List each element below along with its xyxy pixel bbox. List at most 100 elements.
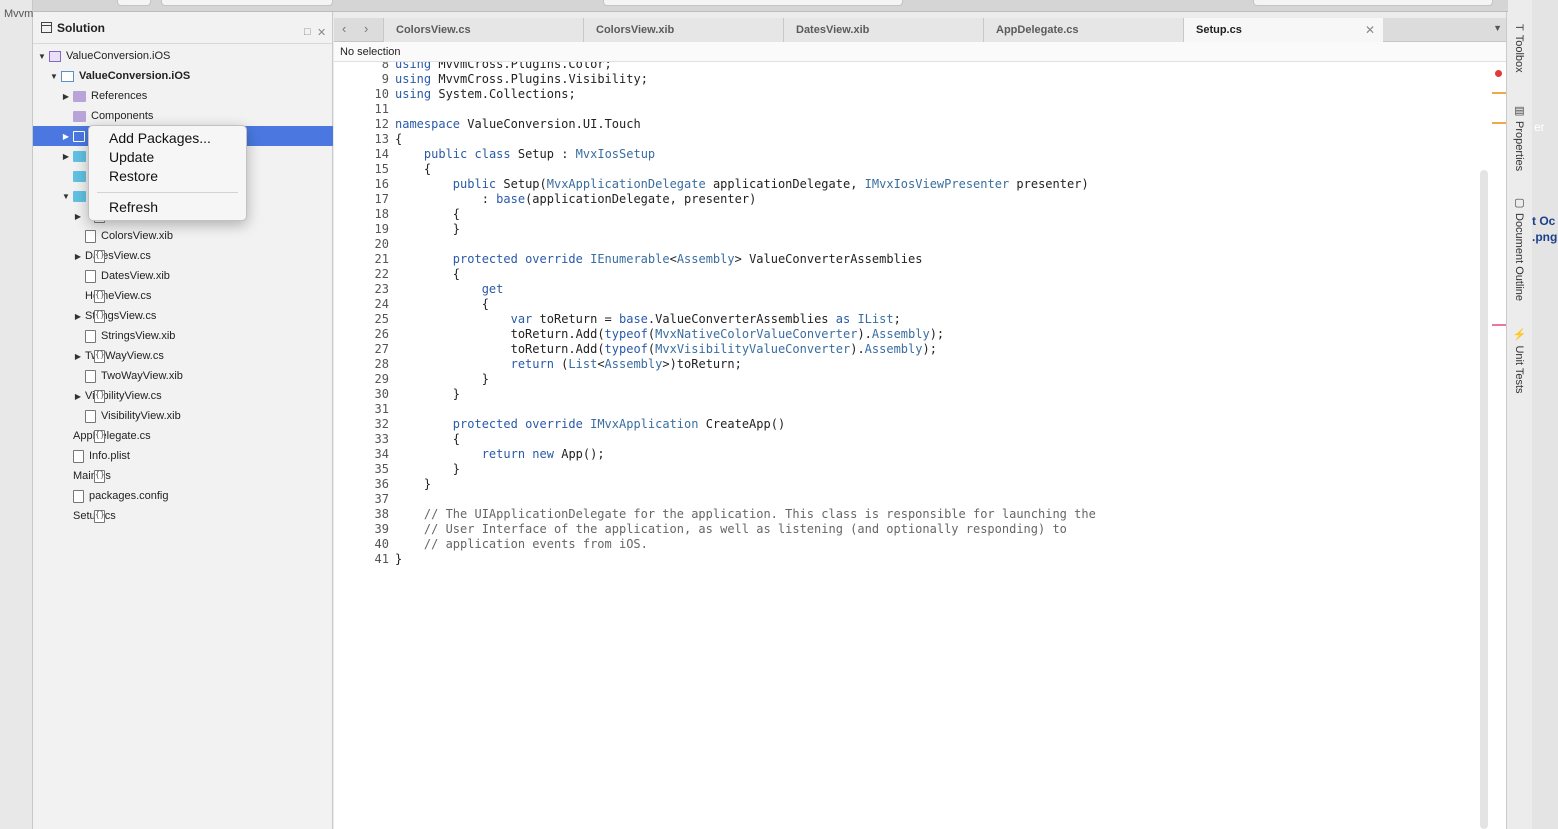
tab-colorsview-cs[interactable]: ColorsView.cs	[383, 18, 583, 42]
project-icon	[61, 70, 74, 82]
tree-item[interactable]: AppDelegate.cs	[33, 426, 333, 446]
desktop-left-strip: Mvvm	[0, 0, 33, 829]
tree-item[interactable]: ▶ References	[33, 86, 333, 106]
code-text: public class Setup : MvxIosSetup	[423, 147, 656, 161]
line-number: 18	[374, 207, 389, 221]
tree-item[interactable]: Info.plist	[33, 446, 333, 466]
tree-item[interactable]: ▶VisibilityView.cs	[33, 386, 333, 406]
collapse-arrow-icon[interactable]: ▶	[61, 91, 71, 101]
desktop-left-label: Mvvm	[4, 8, 34, 20]
tree-item[interactable]: StringsView.xib	[33, 326, 333, 346]
pad-close-icon[interactable]: ✕	[317, 26, 326, 39]
line-number: 27	[374, 342, 389, 356]
packages-folder-icon	[73, 130, 85, 142]
tree-item[interactable]: ▶StringsView.cs	[33, 306, 333, 326]
tree-item[interactable]: ▼ ValueConversion.iOS	[33, 46, 333, 66]
code-editor[interactable]: 8 using MvvmCross.Plugins.Color; 9 using M…	[334, 62, 1506, 829]
editor-tab-bar: ‹ › ColorsView.cs ColorsView.xib DatesVi…	[334, 18, 1506, 42]
dock-properties[interactable]: ▤ Properties	[1513, 104, 1526, 171]
tree-item-label: TwoWayView.xib	[101, 370, 183, 382]
code-file-icon	[94, 469, 105, 483]
toolbox-icon: T	[1513, 24, 1525, 31]
code-file-icon	[94, 309, 105, 323]
line-number: 28	[374, 357, 389, 371]
nav-back-icon[interactable]: ‹	[342, 21, 346, 36]
tab-list-dropdown-icon[interactable]: ▼	[1493, 23, 1502, 33]
menu-item-restore[interactable]: Restore	[109, 168, 158, 184]
tree-item-label: DatesView.xib	[101, 270, 170, 282]
tree-item[interactable]: ▶DatesView.cs	[33, 246, 333, 266]
dock-document-outline[interactable]: ▢ Document Outline	[1513, 196, 1526, 301]
tree-item[interactable]: Components	[33, 106, 333, 126]
tree-item-label: AppDelegate.cs	[73, 430, 151, 442]
line-number: 29	[374, 372, 389, 386]
overview-marker	[1492, 92, 1506, 94]
tab-close-icon[interactable]: ✕	[1365, 23, 1375, 37]
pad-maximize-icon[interactable]: □	[304, 26, 311, 38]
line-number: 11	[374, 102, 389, 116]
expand-arrow-icon[interactable]: ▼	[61, 191, 71, 201]
tree-item[interactable]: Main.cs	[33, 466, 333, 486]
tree-item[interactable]: HomeView.cs	[33, 286, 333, 306]
tab-colorsview-xib[interactable]: ColorsView.xib	[583, 18, 783, 42]
code-text: {	[395, 132, 403, 146]
tab-appdelegate-cs[interactable]: AppDelegate.cs	[983, 18, 1183, 42]
solution-pad-icon	[41, 22, 52, 33]
collapse-arrow-icon[interactable]: ▶	[73, 351, 83, 361]
tab-datesview-xib[interactable]: DatesView.xib	[783, 18, 983, 42]
desktop-fragment: t Oc	[1532, 214, 1556, 228]
tree-item[interactable]: packages.config	[33, 486, 333, 506]
xib-file-icon	[85, 409, 96, 423]
tree-item[interactable]: VisibilityView.xib	[33, 406, 333, 426]
menu-item-refresh[interactable]: Refresh	[109, 199, 158, 215]
collapse-arrow-icon[interactable]: ▶	[61, 151, 71, 161]
code-text: // application events from iOS.	[395, 537, 648, 551]
xib-file-icon	[85, 329, 96, 343]
menu-item-add-packages[interactable]: Add Packages...	[109, 130, 211, 146]
line-number: 36	[374, 477, 389, 491]
code-file-icon	[94, 349, 105, 363]
folder-icon	[73, 170, 86, 182]
code-text: toReturn.Add(typeof(MvxVisibilityValueCo…	[510, 342, 937, 356]
code-text: {	[395, 162, 432, 176]
collapse-arrow-icon[interactable]: ▶	[73, 211, 83, 221]
collapse-arrow-icon[interactable]: ▶	[73, 251, 83, 261]
line-number: 32	[374, 417, 389, 431]
tree-item[interactable]: Setup.cs	[33, 506, 333, 526]
line-number: 14	[374, 147, 389, 161]
code-text: using MvvmCross.Plugins.Visibility;	[395, 72, 648, 86]
dock-toolbox[interactable]: T Toolbox	[1513, 24, 1525, 73]
nav-forward-icon[interactable]: ›	[364, 21, 368, 36]
editor-scrollbar[interactable]	[1480, 170, 1488, 829]
tree-item[interactable]: ▶TwoWayView.cs	[33, 346, 333, 366]
code-text: namespace ValueConversion.UI.Touch	[395, 117, 641, 131]
line-number: 33	[374, 432, 389, 446]
line-number: 12	[374, 117, 389, 131]
dock-unit-tests[interactable]: ⚡ Unit Tests	[1513, 328, 1526, 394]
references-folder-icon	[73, 90, 86, 102]
expand-arrow-icon[interactable]: ▼	[37, 51, 47, 61]
collapse-arrow-icon[interactable]: ▶	[61, 131, 71, 141]
tree-item-label: ValueConversion.iOS	[79, 70, 191, 82]
tree-item[interactable]: DatesView.xib	[33, 266, 333, 286]
collapse-arrow-icon[interactable]: ▶	[73, 311, 83, 321]
expand-arrow-icon[interactable]: ▼	[49, 71, 59, 81]
tab-setup-cs[interactable]: Setup.cs ✕	[1183, 18, 1383, 42]
tree-item[interactable]: ▼ ValueConversion.iOS	[33, 66, 333, 86]
properties-icon: ▤	[1513, 104, 1525, 117]
menu-item-update[interactable]: Update	[109, 149, 154, 165]
tree-item[interactable]: ColorsView.xib	[33, 226, 333, 246]
collapse-arrow-icon[interactable]: ▶	[73, 391, 83, 401]
line-number: 19	[374, 222, 389, 236]
tree-item-label: packages.config	[89, 490, 169, 502]
components-folder-icon	[73, 110, 86, 122]
selection-bar[interactable]: No selection	[334, 42, 1506, 62]
right-dock: T Toolbox ▤ Properties ▢ Document Outline ⚡…	[1506, 12, 1532, 829]
tree-item[interactable]: TwoWayView.xib	[33, 366, 333, 386]
code-text: protected override IMvxApplication Creat…	[452, 417, 786, 431]
